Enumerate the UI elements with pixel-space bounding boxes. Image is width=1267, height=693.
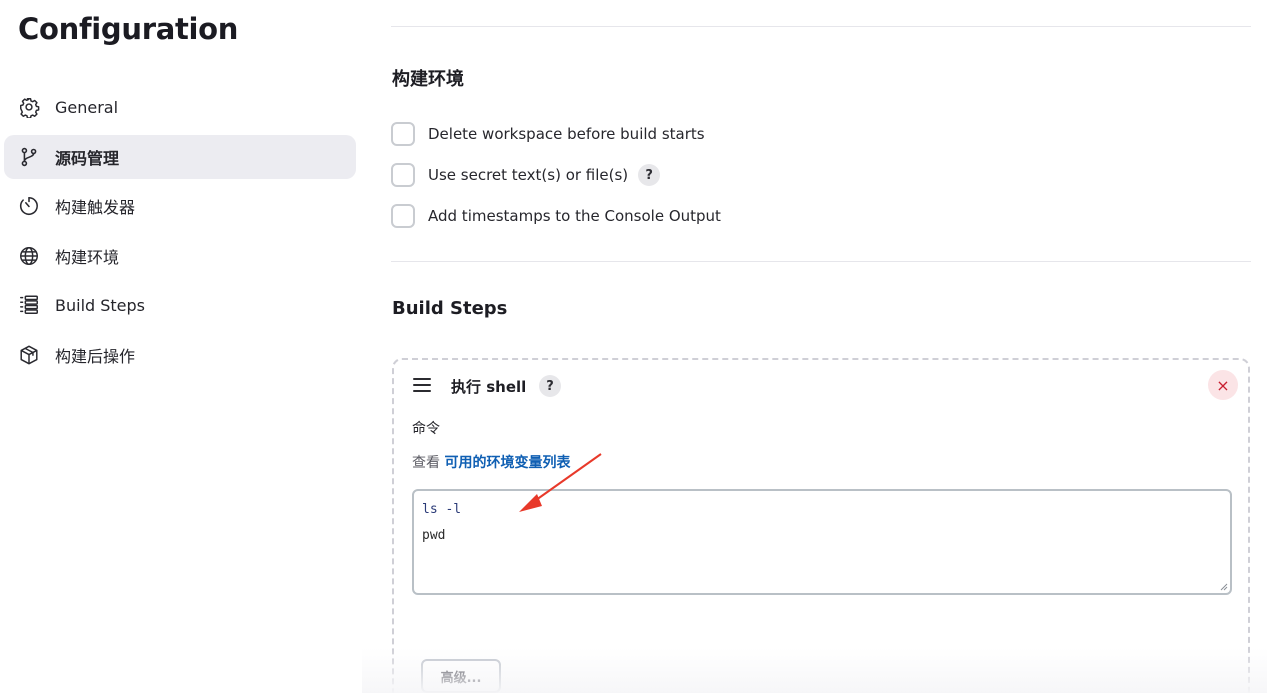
drag-handle-icon[interactable] — [413, 378, 431, 392]
sidebar-item-build-env[interactable]: 构建环境 — [4, 234, 356, 278]
advanced-button[interactable]: 高级... — [421, 659, 501, 693]
globe-icon — [18, 245, 40, 267]
sidebar-item-build-steps[interactable]: Build Steps — [4, 283, 356, 327]
sidebar-item-label: 构建环境 — [55, 247, 120, 267]
main-content: 构建环境 Delete workspace before build start… — [391, 0, 1251, 693]
secret-text-checkbox[interactable] — [391, 163, 415, 187]
help-icon[interactable]: ? — [638, 164, 661, 186]
sidebar-item-label: 源码管理 — [55, 148, 120, 168]
sidebar-item-label: 构建后操作 — [55, 346, 136, 366]
sidebar: Configuration General 源码管理 构建触发器 构建环境 Bu… — [0, 0, 362, 693]
build-env-title: 构建环境 — [392, 69, 464, 90]
resize-grip-icon[interactable] — [1219, 582, 1228, 591]
option-timestamps[interactable]: Add timestamps to the Console Output — [391, 204, 721, 228]
timestamps-checkbox[interactable] — [391, 204, 415, 228]
code-line: ls -l — [422, 502, 462, 517]
env-vars-link[interactable]: 可用的环境变量列表 — [444, 455, 570, 471]
section-divider — [391, 261, 1251, 262]
sidebar-item-post-build[interactable]: 构建后操作 — [4, 333, 356, 377]
sidebar-item-general[interactable]: General — [4, 85, 356, 129]
section-divider — [391, 26, 1251, 27]
timer-icon — [18, 195, 40, 217]
delete-workspace-checkbox[interactable] — [391, 122, 415, 146]
build-step-card: 执行 shell ? × 命令 查看 可用的环境变量列表 ls -l pwd 高… — [392, 358, 1250, 693]
command-label: 命令 — [412, 421, 440, 437]
option-label: Add timestamps to the Console Output — [428, 207, 721, 225]
git-branch-icon — [18, 146, 40, 168]
option-delete-workspace[interactable]: Delete workspace before build starts — [391, 122, 705, 146]
sidebar-item-label: General — [55, 97, 119, 117]
package-icon — [18, 344, 40, 366]
env-vars-line: 查看 可用的环境变量列表 — [412, 452, 570, 472]
sidebar-item-scm[interactable]: 源码管理 — [4, 134, 356, 179]
option-label: Use secret text(s) or file(s) — [428, 166, 629, 184]
option-secret-text[interactable]: Use secret text(s) or file(s) ? — [391, 163, 661, 187]
command-textarea[interactable]: ls -l pwd — [412, 489, 1232, 595]
sidebar-item-label: Build Steps — [55, 295, 146, 315]
build-steps-title: Build Steps — [392, 298, 508, 319]
list-steps-icon — [18, 294, 40, 316]
delete-step-button[interactable]: × — [1208, 370, 1238, 400]
gear-icon — [18, 96, 40, 118]
code-line: pwd — [422, 528, 446, 543]
step-title: 执行 shell — [451, 378, 527, 396]
sidebar-item-build-triggers[interactable]: 构建触发器 — [4, 184, 356, 228]
sidebar-nav: General 源码管理 构建触发器 构建环境 Build Steps 构建后操… — [4, 85, 356, 382]
page-title: Configuration — [18, 12, 239, 46]
env-prefix: 查看 — [412, 455, 440, 471]
sidebar-item-label: 构建触发器 — [55, 198, 136, 217]
option-label: Delete workspace before build starts — [428, 125, 705, 143]
help-icon[interactable]: ? — [539, 375, 561, 397]
